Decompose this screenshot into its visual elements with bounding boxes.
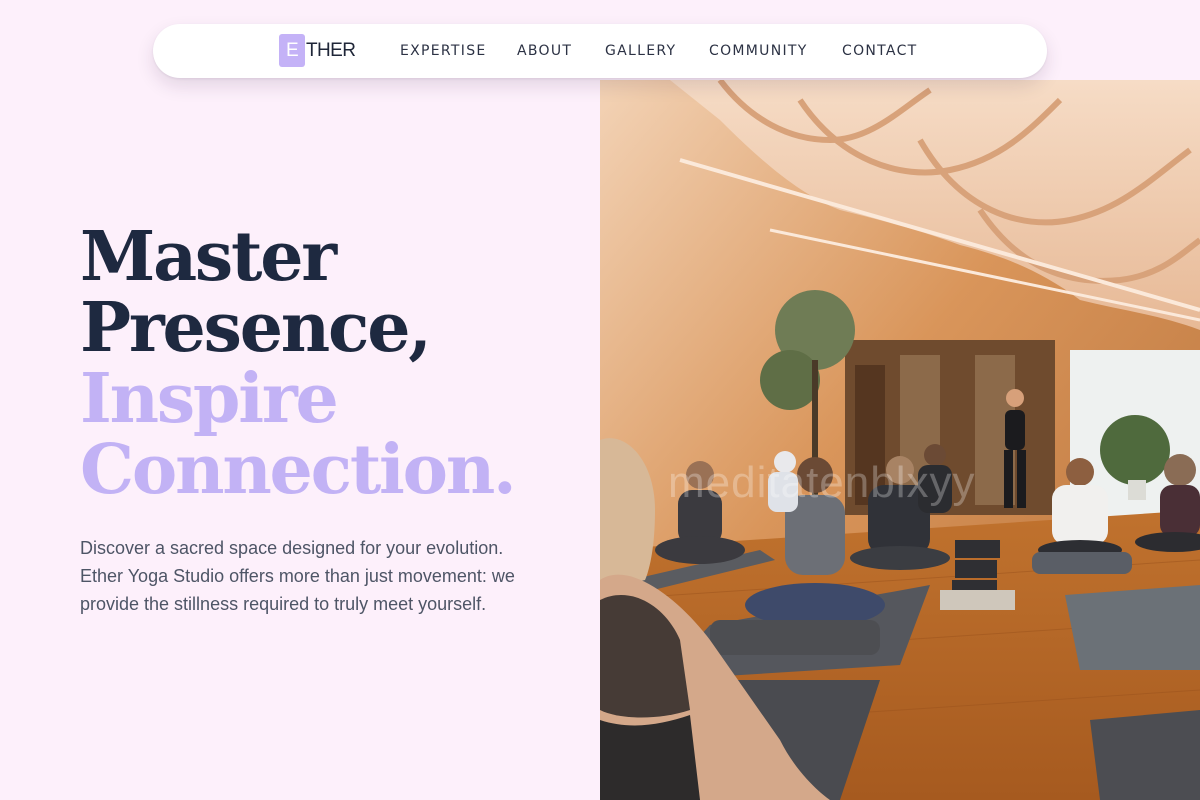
nav-link-community[interactable]: COMMUNITY bbox=[709, 43, 808, 59]
hero-headline: Master Presence, Inspire Connection. bbox=[80, 222, 580, 506]
hero-description: Discover a sacred space designed for you… bbox=[80, 538, 515, 614]
hero-photo-yoga-class: meditatenblxyy bbox=[600, 80, 1200, 800]
nav-link-contact[interactable]: CONTACT bbox=[842, 43, 918, 59]
headline-line-1: Master bbox=[80, 217, 337, 297]
headline-line-2: Presence, bbox=[80, 288, 432, 368]
nav-links: EXPERTISE ABOUT GALLERY COMMUNITY CONTAC… bbox=[153, 24, 1047, 78]
headline-line-3: Inspire bbox=[80, 359, 339, 439]
hero-text: Master Presence, Inspire Connection. Dis… bbox=[80, 222, 580, 618]
landing-page: E THER EXPERTISE ABOUT GALLERY COMMUNITY… bbox=[0, 0, 1200, 800]
yoga-studio-illustration bbox=[600, 80, 1200, 800]
nav-link-expertise[interactable]: EXPERTISE bbox=[400, 43, 487, 59]
headline-line-4: Connection. bbox=[80, 430, 517, 510]
nav-link-about[interactable]: ABOUT bbox=[517, 43, 572, 59]
photo-watermark: meditatenblxyy bbox=[668, 458, 976, 507]
top-navigation: E THER EXPERTISE ABOUT GALLERY COMMUNITY… bbox=[153, 24, 1047, 78]
nav-link-gallery[interactable]: GALLERY bbox=[605, 43, 676, 59]
